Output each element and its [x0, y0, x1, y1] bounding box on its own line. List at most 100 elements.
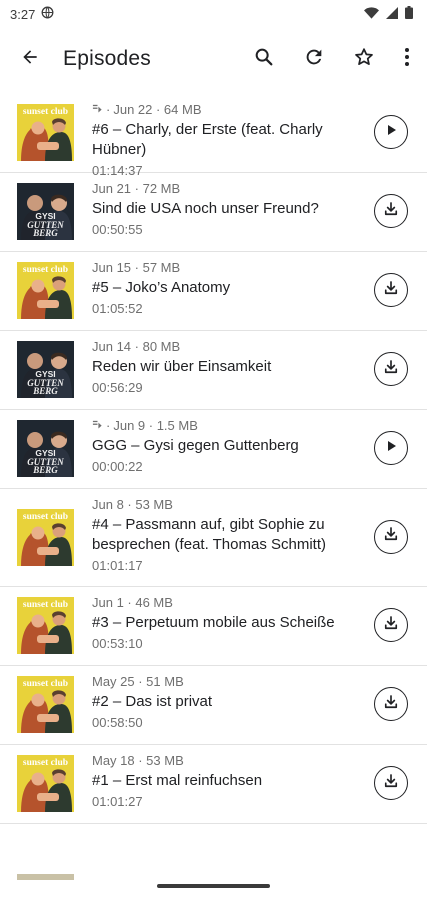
episode-cover-image[interactable]: sunset club: [17, 755, 74, 812]
episode-duration: 01:01:17: [92, 558, 143, 573]
cover-logo-text: sunset club: [23, 600, 68, 610]
episode-date-size: Jun 22 · 64 MB: [113, 102, 202, 117]
queue-play-icon: [92, 417, 103, 434]
episode-duration: 00:00:22: [92, 459, 143, 474]
download-icon: [382, 200, 400, 223]
episode-cover-image[interactable]: GYSI GUTTEN BERG: [17, 420, 74, 477]
download-icon: [382, 358, 400, 381]
more-options-button[interactable]: [389, 35, 425, 83]
status-right: [364, 6, 413, 22]
download-icon: [382, 525, 400, 548]
episode-duration: 00:50:55: [92, 222, 143, 237]
episode-duration: 00:53:10: [92, 636, 143, 651]
back-button[interactable]: [6, 35, 54, 83]
episode-cover-image[interactable]: sunset club: [17, 508, 74, 566]
cover-logo-text: sunset club: [23, 107, 68, 117]
episode-item[interactable]: GYSI GUTTEN BERG · Jun 9 · 1.5 MB GGG – Gysi …: [0, 410, 427, 489]
episode-meta: Jun 1 · 46 MB: [92, 594, 362, 611]
cover-logo-text: sunset club: [23, 512, 68, 522]
download-button[interactable]: [374, 608, 408, 642]
episode-item[interactable]: GYSI GUTTEN BERG Jun 21 · 72 MB Sind die USA…: [0, 173, 427, 252]
episode-info: · Jun 22 · 64 MB #6 – Charly, der Erste (f…: [92, 101, 362, 179]
svg-text:BERG: BERG: [32, 228, 58, 238]
play-icon: [384, 439, 398, 458]
episode-item[interactable]: sunset club May 25 · 51 MB #2 – Das ist pr…: [0, 666, 427, 745]
episode-cover-image[interactable]: sunset club: [17, 262, 74, 319]
download-button[interactable]: [374, 519, 408, 554]
battery-icon: [405, 6, 413, 22]
download-button[interactable]: [374, 352, 408, 386]
refresh-icon: [303, 46, 325, 73]
episode-title: #2 – Das ist privat: [92, 693, 213, 710]
play-icon: [384, 123, 398, 142]
episode-date-size: Jun 15 · 57 MB: [92, 260, 181, 275]
episode-meta: Jun 15 · 57 MB: [92, 259, 362, 276]
app-bar-actions: [239, 35, 425, 83]
episode-meta: May 25 · 51 MB: [92, 673, 362, 690]
episode-item[interactable]: sunset club May 18 · 53 MB #1 – Erst mal r…: [0, 745, 427, 824]
episode-title: Sind die USA noch unser Freund?: [92, 200, 319, 217]
download-icon: [382, 693, 400, 716]
arrow-back-icon: [20, 47, 40, 72]
star-outline-icon: [353, 46, 375, 73]
cover-logo-text: sunset club: [23, 265, 68, 275]
svg-text:BERG: BERG: [32, 386, 58, 396]
episode-info: Jun 14 · 80 MB Reden wir über Einsamkeit 0…: [92, 338, 362, 396]
episode-item[interactable]: sunset club · Jun 22 · 64 MB #6 – Charly, d…: [0, 94, 427, 178]
status-left: 3:27: [10, 6, 54, 22]
episode-cover-image[interactable]: sunset club: [17, 104, 74, 161]
cover-logo-text: sunset club: [23, 758, 68, 768]
favorite-button[interactable]: [339, 35, 389, 83]
episode-info: Jun 1 · 46 MB #3 – Perpetuum mobile aus S…: [92, 594, 362, 652]
refresh-button[interactable]: [289, 35, 339, 83]
episode-date-size: Jun 9 · 1.5 MB: [113, 418, 198, 433]
episode-cover-image[interactable]: GYSI GUTTEN BERG: [17, 341, 74, 398]
episode-info: Jun 8 · 53 MB #4 – Passmann auf, gibt Sop…: [92, 496, 362, 574]
episode-date-size: Jun 1 · 46 MB: [92, 595, 173, 610]
status-bar: 3:27: [0, 0, 427, 28]
episode-info: · Jun 9 · 1.5 MB GGG – Gysi gegen Guttenbe…: [92, 417, 362, 475]
download-button[interactable]: [374, 687, 408, 721]
episode-info: May 18 · 53 MB #1 – Erst mal reinfuchsen 0…: [92, 752, 362, 810]
more-vert-icon: [404, 47, 410, 72]
episode-info: Jun 15 · 57 MB #5 – Joko’s Anatomy 01:05:5…: [92, 259, 362, 317]
episode-meta: Jun 21 · 72 MB: [92, 180, 362, 197]
search-button[interactable]: [239, 35, 289, 83]
episode-list: sunset club · Jun 22 · 64 MB #6 – Charly, d…: [0, 94, 427, 824]
wifi-icon: [364, 6, 379, 22]
episode-item[interactable]: sunset club Jun 15 · 57 MB #5 – Joko’s Ana…: [0, 252, 427, 331]
episode-meta: · Jun 22 · 64 MB: [92, 101, 362, 118]
page-title: Episodes: [63, 47, 151, 70]
episode-title: GGG – Gysi gegen Guttenberg: [92, 437, 299, 454]
episode-meta: Jun 8 · 53 MB: [92, 496, 362, 513]
episode-title: #3 – Perpetuum mobile aus Scheiße: [92, 614, 335, 631]
queue-play-icon: [92, 101, 103, 118]
episode-title: Reden wir über Einsamkeit: [92, 358, 272, 375]
episode-duration: 01:05:52: [92, 301, 143, 316]
svg-text:BERG: BERG: [32, 465, 58, 475]
download-icon: [382, 279, 400, 302]
episode-title: #5 – Joko’s Anatomy: [92, 279, 231, 296]
episode-title: #4 – Passmann auf, gibt Sophie zu bespre…: [92, 516, 326, 553]
episode-cover-image[interactable]: GYSI GUTTEN BERG: [17, 183, 74, 240]
play-button[interactable]: [374, 431, 408, 465]
episode-date-size: Jun 8 · 53 MB: [92, 497, 173, 512]
episode-duration: 01:01:27: [92, 794, 143, 809]
episode-item[interactable]: sunset club Jun 8 · 53 MB #4 – Passmann au…: [0, 489, 427, 587]
episode-item[interactable]: GYSI GUTTEN BERG Jun 14 · 80 MB Reden wir üb…: [0, 331, 427, 410]
episode-date-size: May 25 · 51 MB: [92, 674, 184, 689]
gesture-nav-handle[interactable]: [157, 884, 270, 888]
episode-item[interactable]: sunset club Jun 1 · 46 MB #3 – Perpetuum m…: [0, 587, 427, 666]
episode-cover-image[interactable]: sunset club: [17, 597, 74, 654]
episode-date-size: May 18 · 53 MB: [92, 753, 184, 768]
signal-icon: [386, 6, 398, 22]
play-button[interactable]: [374, 115, 408, 149]
app-bar: Episodes: [0, 28, 427, 90]
search-icon: [253, 46, 275, 73]
download-icon: [382, 614, 400, 637]
download-button[interactable]: [374, 766, 408, 800]
download-button[interactable]: [374, 273, 408, 307]
download-button[interactable]: [374, 194, 408, 228]
episode-cover-image[interactable]: sunset club: [17, 676, 74, 733]
episode-date-size: Jun 21 · 72 MB: [92, 181, 181, 196]
